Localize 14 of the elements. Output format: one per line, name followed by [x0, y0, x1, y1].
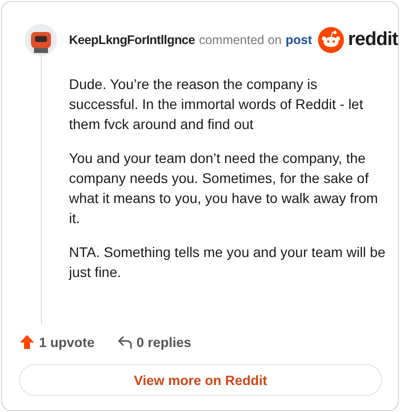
- post-link[interactable]: post: [286, 33, 312, 47]
- action-text: commented on: [198, 33, 282, 47]
- view-more-button[interactable]: View more on Reddit: [19, 364, 382, 396]
- comment-paragraph: Dude. You’re the reason the company is successful. In the immortal words of Reddit - let them fvck around and find out: [69, 75, 364, 134]
- avatar-icon: [25, 24, 57, 56]
- upvote-arrow-icon[interactable]: [19, 334, 35, 350]
- reddit-logo-icon: [318, 27, 344, 53]
- upvote-count: 1 upvote: [39, 334, 95, 350]
- brand-name: reddit: [348, 29, 398, 51]
- comment-paragraph: You and your team don’t need the company, the company needs you. Sometimes, for the sake of what it means to you, you have to walk away from it.: [69, 149, 379, 228]
- comment-paragraph: NTA. Something tells me you and your team will be just fine.: [69, 243, 386, 282]
- reply-count: 0 replies: [136, 334, 192, 350]
- author-name[interactable]: KeepLkngForIntllgnce: [69, 33, 195, 47]
- reply-arrow-icon[interactable]: [116, 334, 133, 350]
